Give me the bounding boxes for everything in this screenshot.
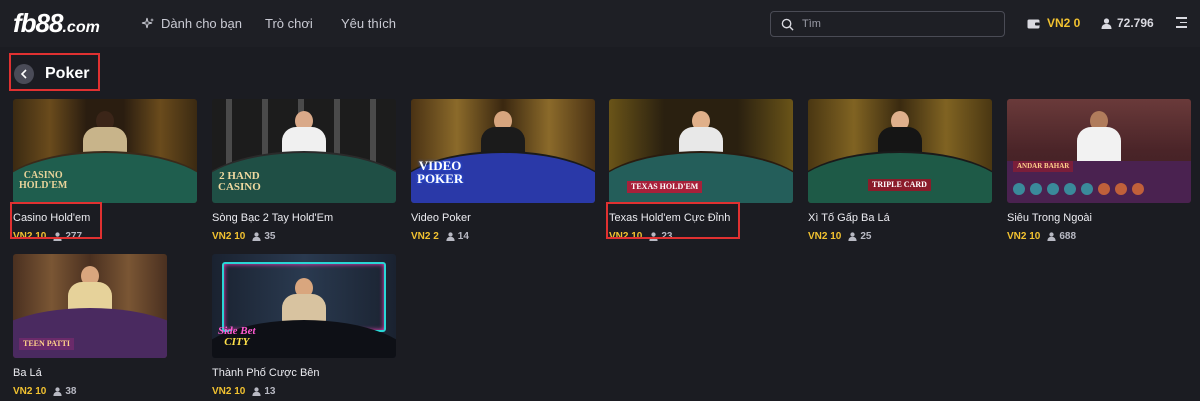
game-thumbnail[interactable]: Side Bet CITY [212, 254, 396, 358]
game-logo: TEXAS HOLD'EM [627, 181, 703, 193]
user-icon [1047, 232, 1056, 241]
game-thumbnail[interactable]: TEEN PATTI [13, 254, 167, 358]
menu-icon[interactable] [1176, 17, 1187, 28]
page-title: Poker [45, 65, 90, 82]
game-name: Siêu Trong Ngoài [1007, 212, 1092, 224]
game-meta: VN2 2 14 [411, 231, 595, 242]
user-icon [53, 387, 62, 396]
user-icon [252, 232, 261, 241]
game-thumbnail[interactable]: TEXAS HOLD'EM [609, 99, 793, 203]
user-icon [446, 232, 455, 241]
search-box[interactable] [770, 11, 1005, 37]
game-logo: TRIPLE CARD [868, 179, 931, 191]
game-thumbnail[interactable]: 2 HAND CASINO [212, 99, 396, 203]
game-card[interactable]: VIDEO POKER Video Poker VN2 2 14 [411, 99, 595, 242]
game-logo: VIDEO POKER [417, 158, 464, 186]
bet-limit: VN2 10 [13, 386, 47, 397]
bet-limit: VN2 10 [1007, 231, 1041, 242]
search-input[interactable] [802, 18, 992, 30]
player-count: 35 [252, 231, 275, 242]
section-header: Poker [14, 62, 89, 86]
bet-limit: VN2 2 [411, 231, 439, 242]
bet-limit: VN2 10 [808, 231, 842, 242]
game-thumbnail[interactable]: CASINO HOLD'EM [13, 99, 197, 203]
game-card[interactable]: 2 HAND CASINO Sòng Bạc 2 Tay Hold'Em VN2 … [212, 99, 396, 242]
online-count: 72.796 [1117, 16, 1154, 30]
game-name: Video Poker [411, 212, 471, 224]
game-card[interactable]: TRIPLE CARD Xì Tố Gấp Ba Lá VN2 10 25 [808, 99, 992, 242]
betting-circles [1013, 183, 1185, 195]
bet-limit: VN2 10 [212, 231, 246, 242]
brand-logo[interactable]: fb88.com [13, 10, 100, 41]
player-count: 25 [848, 231, 871, 242]
game-meta: VN2 10 38 [13, 386, 167, 397]
back-button[interactable] [14, 64, 34, 84]
game-meta: VN2 10 25 [808, 231, 992, 242]
game-meta: VN2 10 35 [212, 231, 396, 242]
balance-value: VN2 0 [1047, 16, 1081, 30]
nav-games[interactable]: Trò chơi [265, 16, 313, 31]
game-name: Ba Lá [13, 367, 42, 379]
game-card[interactable]: Side Bet CITY Thành Phố Cược Bên VN2 10 1… [212, 254, 396, 397]
search-icon [781, 18, 794, 31]
highlight-box [10, 202, 102, 239]
nav-for-you[interactable]: Dành cho bạn [141, 16, 242, 31]
game-name: Thành Phố Cược Bên [212, 367, 320, 379]
user-icon [252, 387, 261, 396]
game-logo: CASINO HOLD'EM [19, 170, 68, 191]
game-logo: Side Bet CITY [218, 325, 256, 348]
online-players: 72.796 [1101, 16, 1154, 30]
sparkle-icon [141, 17, 154, 28]
wallet-balance[interactable]: VN2 0 [1027, 16, 1080, 30]
chevron-left-icon [20, 69, 27, 79]
game-name: Sòng Bạc 2 Tay Hold'Em [212, 212, 334, 224]
game-card[interactable]: TEEN PATTI Ba Lá VN2 10 38 [13, 254, 167, 397]
game-thumbnail[interactable]: TRIPLE CARD [808, 99, 992, 203]
nav-favorites[interactable]: Yêu thích [341, 16, 396, 31]
top-header: fb88.com Dành cho bạn Trò chơi Yêu thích… [0, 0, 1200, 47]
highlight-box [606, 202, 740, 239]
game-thumbnail[interactable]: VIDEO POKER [411, 99, 595, 203]
bet-limit: VN2 10 [212, 386, 246, 397]
player-count: 14 [446, 231, 469, 242]
wallet-icon [1027, 19, 1040, 28]
game-logo: 2 HAND CASINO [218, 170, 261, 193]
game-thumbnail[interactable]: ANDAR BAHAR [1007, 99, 1191, 203]
game-logo: ANDAR BAHAR [1013, 161, 1074, 172]
player-count: 688 [1047, 231, 1076, 242]
game-name: Xì Tố Gấp Ba Lá [808, 212, 890, 224]
nav-label: Yêu thích [341, 16, 396, 31]
player-count: 13 [252, 386, 275, 397]
game-card[interactable]: ANDAR BAHAR Siêu Trong Ngoài VN2 10 688 [1007, 99, 1191, 242]
game-meta: VN2 10 688 [1007, 231, 1191, 242]
user-icon [1101, 17, 1112, 29]
user-icon [848, 232, 857, 241]
nav-label: Dành cho bạn [161, 16, 242, 31]
nav-label: Trò chơi [265, 16, 313, 31]
player-count: 38 [53, 386, 76, 397]
game-meta: VN2 10 13 [212, 386, 396, 397]
game-logo: TEEN PATTI [19, 338, 75, 350]
